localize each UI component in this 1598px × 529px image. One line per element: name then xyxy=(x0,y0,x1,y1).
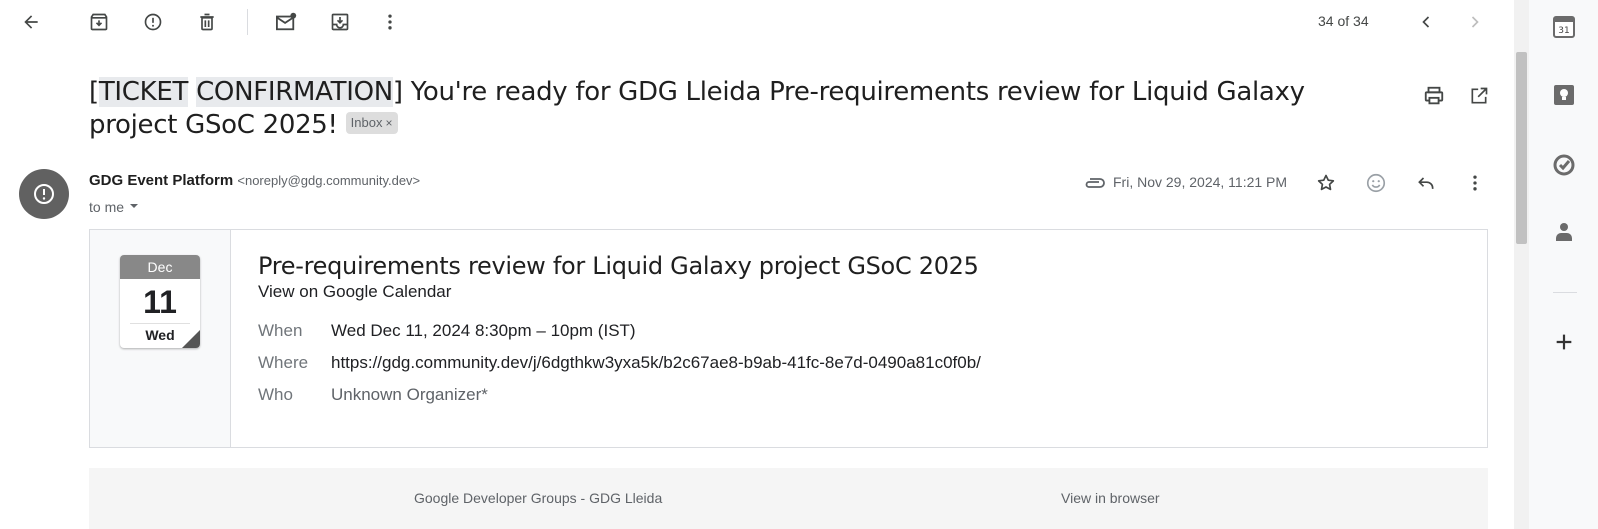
move-to-button[interactable] xyxy=(322,4,358,40)
report-spam-button[interactable] xyxy=(135,4,171,40)
remove-label-icon[interactable]: × xyxy=(385,114,392,132)
trash-icon xyxy=(197,12,217,32)
get-addons-button[interactable] xyxy=(1547,325,1581,359)
calendar-month: Dec xyxy=(120,255,200,279)
event-title: Pre-requirements review for Liquid Galax… xyxy=(258,252,979,280)
calendar-day: 11 xyxy=(143,284,177,320)
google-calendar-icon: 31 xyxy=(1552,15,1576,39)
where-label: Where xyxy=(258,353,309,372)
plus-icon xyxy=(1553,331,1575,353)
email-subject: [TICKET CONFIRMATION] You're ready for G… xyxy=(89,77,1305,140)
calendar-page-fold xyxy=(182,330,200,348)
keep-app-button[interactable] xyxy=(1547,78,1581,112)
back-button[interactable] xyxy=(13,4,49,40)
print-all-button[interactable] xyxy=(1418,80,1450,112)
event-where-row: Where https://gdg.community.dev/j/6dgthk… xyxy=(258,353,981,373)
sender-warning-icon xyxy=(32,182,56,206)
newer-button[interactable] xyxy=(1408,4,1444,40)
calendar-app-button[interactable]: 31 xyxy=(1547,10,1581,44)
chevron-left-icon xyxy=(1416,12,1436,32)
more-options-button[interactable] xyxy=(372,4,408,40)
more-vert-icon xyxy=(1465,173,1485,193)
mark-unread-icon xyxy=(275,12,297,32)
attachment-icon xyxy=(1083,176,1105,190)
subject-highlight-ticket: TICKET xyxy=(98,77,189,107)
email-date: Fri, Nov 29, 2024, 11:21 PM xyxy=(1113,174,1288,190)
sender-name[interactable]: GDG Event Platform xyxy=(89,172,233,189)
where-value[interactable]: https://gdg.community.dev/j/6dgthkw3yxa5… xyxy=(331,353,981,373)
caret-down-icon xyxy=(128,199,140,215)
emoji-icon xyxy=(1365,172,1387,194)
footer-org-name: Google Developer Groups - GDG Lleida xyxy=(414,490,663,506)
tasks-app-button[interactable] xyxy=(1547,148,1581,182)
attachment-indicator xyxy=(1082,171,1106,195)
tasks-icon xyxy=(1552,153,1576,177)
chevron-right-icon xyxy=(1465,12,1485,32)
contacts-app-button[interactable] xyxy=(1547,215,1581,249)
scrollbar-thumb[interactable] xyxy=(1516,52,1527,244)
calendar-day-number: 31 xyxy=(1558,26,1569,36)
message-more-button[interactable] xyxy=(1460,168,1490,198)
sender-avatar[interactable] xyxy=(19,169,69,219)
open-new-window-button[interactable] xyxy=(1463,80,1495,112)
arrow-back-icon xyxy=(21,12,41,32)
when-value: Wed Dec 11, 2024 8:30pm – 10pm (IST) xyxy=(331,321,636,340)
calendar-date-icon: Dec 11 Wed xyxy=(120,255,200,348)
star-icon xyxy=(1316,173,1336,193)
inbox-label-text: Inbox xyxy=(350,114,383,130)
sender-email: <noreply@gdg.community.dev> xyxy=(237,173,421,188)
delete-button[interactable] xyxy=(189,4,225,40)
older-button[interactable] xyxy=(1457,4,1493,40)
side-panel-divider xyxy=(1553,292,1577,293)
who-label: Who xyxy=(258,385,293,404)
reply-button[interactable] xyxy=(1411,168,1441,198)
mark-unread-button[interactable] xyxy=(268,4,304,40)
keep-icon xyxy=(1552,83,1576,107)
message-counter: 34 of 34 xyxy=(1318,13,1369,29)
reply-icon xyxy=(1416,173,1436,193)
inbox-label-chip: Inbox × xyxy=(345,111,398,134)
who-value: Unknown Organizer* xyxy=(331,385,488,404)
event-card-sidebar: Dec 11 Wed xyxy=(90,230,231,447)
subject-highlight-confirmation: CONFIRMATION xyxy=(196,77,393,107)
when-label: When xyxy=(258,321,303,340)
sender-line: GDG Event Platform <noreply@gdg.communit… xyxy=(89,172,420,189)
report-icon xyxy=(143,12,163,32)
calendar-event-card: Dec 11 Wed Pre-requirements review for L… xyxy=(89,229,1488,448)
move-to-inbox-icon xyxy=(330,12,350,32)
archive-button[interactable] xyxy=(81,4,117,40)
archive-icon xyxy=(89,12,109,32)
view-google-calendar-link[interactable]: View on Google Calendar xyxy=(258,282,451,302)
print-icon xyxy=(1423,85,1445,107)
side-panel: 31 xyxy=(1529,0,1598,529)
more-vert-icon xyxy=(380,12,400,32)
email-body-footer: Google Developer Groups - GDG Lleida Vie… xyxy=(89,468,1488,529)
recipient-details[interactable]: to me xyxy=(89,199,140,215)
event-when-row: When Wed Dec 11, 2024 8:30pm – 10pm (IST… xyxy=(258,321,636,341)
star-button[interactable] xyxy=(1311,168,1341,198)
toolbar-divider xyxy=(247,9,248,35)
recipient-text: to me xyxy=(89,199,125,215)
view-in-browser-link[interactable]: View in browser xyxy=(1061,490,1160,506)
contacts-icon xyxy=(1552,220,1576,244)
event-who-row: Who Unknown Organizer* xyxy=(258,385,488,405)
open-in-new-icon xyxy=(1469,86,1489,106)
add-reaction-button[interactable] xyxy=(1361,168,1391,198)
